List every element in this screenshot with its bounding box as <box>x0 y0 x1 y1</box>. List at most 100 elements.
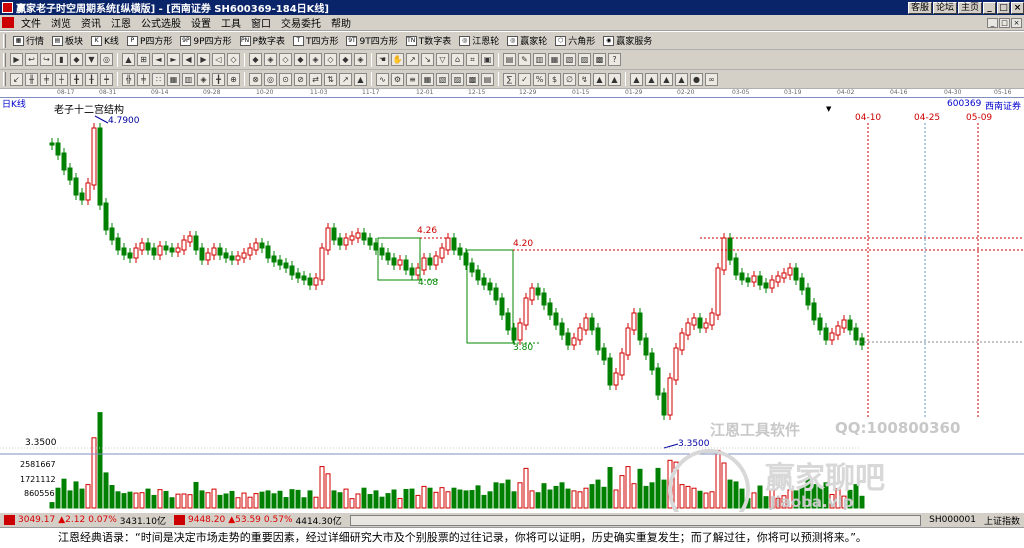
menu-formula[interactable]: 公式选股 <box>136 15 186 30</box>
tool-button[interactable]: ↙ <box>10 72 23 86</box>
tool-button[interactable]: ? <box>608 53 621 66</box>
tool-button[interactable]: ∅ <box>563 72 576 86</box>
tool-button[interactable]: ╋ <box>70 72 83 86</box>
tool-button[interactable]: ▣ <box>481 53 494 66</box>
menu-gann[interactable]: 江恩 <box>106 15 136 30</box>
tool-button[interactable]: ┼ <box>55 72 68 86</box>
tool-button[interactable]: ▤ <box>503 53 516 66</box>
tool-button[interactable]: ⇄ <box>309 72 322 86</box>
toolbar-grip[interactable] <box>3 72 6 86</box>
tool-button[interactable]: ⊙ <box>279 72 292 86</box>
tool-button[interactable]: ┿ <box>100 72 113 86</box>
tool-button[interactable]: ◈ <box>197 72 210 86</box>
mdi-close-button[interactable]: × <box>1011 17 1022 28</box>
tool-button[interactable]: ∷ <box>152 72 165 86</box>
tool-button[interactable]: ⊘ <box>294 72 307 86</box>
toolbar-p-square-button[interactable]: P P四方形 <box>123 34 176 47</box>
toolbar-kline-button[interactable]: K K线 <box>87 34 123 47</box>
tool-button[interactable]: ▦ <box>548 53 561 66</box>
tool-button[interactable]: ↩ <box>25 53 38 66</box>
tool-button[interactable]: ⊗ <box>249 72 262 86</box>
tool-button[interactable]: ⊕ <box>227 72 240 86</box>
menu-info[interactable]: 资讯 <box>76 15 106 30</box>
tool-button[interactable]: ◈ <box>309 53 322 66</box>
tool-button[interactable]: ▲ <box>630 72 643 86</box>
tool-button[interactable]: ▨ <box>578 53 591 66</box>
tool-button[interactable]: ⌗ <box>466 53 479 66</box>
tool-button[interactable]: ▲ <box>645 72 658 86</box>
toolbar-sector-button[interactable]: ▤ 板块 <box>48 34 87 47</box>
tool-button[interactable]: $ <box>548 72 561 86</box>
tool-button[interactable]: ✋ <box>391 53 404 66</box>
tool-button[interactable]: ╬ <box>122 72 135 86</box>
tool-button[interactable]: ↘ <box>421 53 434 66</box>
tool-button[interactable]: ✎ <box>518 53 531 66</box>
tool-button[interactable]: ▲ <box>122 53 135 66</box>
tool-button[interactable]: ◈ <box>264 53 277 66</box>
close-button[interactable]: × <box>1011 1 1024 14</box>
mdi-restore-button[interactable]: □ <box>999 17 1010 28</box>
tool-button[interactable]: ▲ <box>354 72 367 86</box>
menu-settings[interactable]: 设置 <box>186 15 216 30</box>
kline-chart[interactable]: 日K线 老子十二宫结构 600369 西南证券 ▼ 4.7900 3.3500 … <box>0 98 1024 531</box>
tool-button[interactable]: ╂ <box>85 72 98 86</box>
tool-button[interactable]: ▼ <box>85 53 98 66</box>
horizontal-scrollbar[interactable] <box>349 514 922 526</box>
tool-button[interactable]: ◆ <box>339 53 352 66</box>
maximize-button[interactable]: □ <box>997 1 1010 14</box>
sh-index-group[interactable]: 3049.17 ▲2.12 0.07% 3431.10亿 <box>0 514 170 527</box>
tool-button[interactable]: ▤ <box>481 72 494 86</box>
homepage-button[interactable]: 主页 <box>957 1 982 14</box>
forum-button[interactable]: 论坛 <box>932 1 957 14</box>
toolbar-quote-button[interactable]: ▦ 行情 <box>9 34 48 47</box>
tool-button[interactable]: ◆ <box>249 53 262 66</box>
tool-button[interactable]: ⇅ <box>324 72 337 86</box>
customer-service-button[interactable]: 客服 <box>907 1 932 14</box>
toolbar-winner-wheel-button[interactable]: ◎ 赢家轮 <box>503 34 551 47</box>
tool-button[interactable]: ⌂ <box>451 53 464 66</box>
tool-button[interactable]: ↪ <box>40 53 53 66</box>
tool-button[interactable]: ▦ <box>167 72 180 86</box>
tool-button[interactable]: ▨ <box>451 72 464 86</box>
tool-button[interactable]: ▥ <box>182 72 195 86</box>
tool-button[interactable]: ◆ <box>294 53 307 66</box>
tool-button[interactable]: ≡ <box>406 72 419 86</box>
toolbar-tn-table-button[interactable]: TN T数字表 <box>402 34 456 47</box>
tool-button[interactable]: ╪ <box>137 72 150 86</box>
tool-button[interactable]: ☚ <box>376 53 389 66</box>
tool-button[interactable]: ▧ <box>563 53 576 66</box>
dropdown-arrow-icon[interactable]: ▼ <box>826 105 831 113</box>
toolbar-grip[interactable] <box>3 52 6 67</box>
menu-window[interactable]: 窗口 <box>246 15 276 30</box>
tool-button[interactable]: ◄ <box>152 53 165 66</box>
menu-help[interactable]: 帮助 <box>326 15 356 30</box>
tool-button[interactable]: ▶ <box>197 53 210 66</box>
toolbar-grip[interactable] <box>3 33 6 48</box>
tool-button[interactable]: ↗ <box>406 53 419 66</box>
tool-button[interactable]: ⊞ <box>137 53 150 66</box>
tool-button[interactable]: ▥ <box>533 53 546 66</box>
tool-button[interactable]: ▲ <box>675 72 688 86</box>
tool-button[interactable]: ∞ <box>705 72 718 86</box>
tool-button[interactable]: ◇ <box>324 53 337 66</box>
menu-browse[interactable]: 浏览 <box>46 15 76 30</box>
minimize-button[interactable]: _ <box>983 1 996 14</box>
tool-button[interactable]: ✓ <box>518 72 531 86</box>
tool-button[interactable]: ∿ <box>376 72 389 86</box>
tool-button[interactable]: ◀ <box>182 53 195 66</box>
toolbar-service-button[interactable]: ◉ 赢家服务 <box>599 34 656 47</box>
menu-trade[interactable]: 交易委托 <box>276 15 326 30</box>
tool-button[interactable]: ▶ <box>10 53 23 66</box>
menu-tools[interactable]: 工具 <box>216 15 246 30</box>
tool-button[interactable]: ↯ <box>578 72 591 86</box>
tool-button[interactable]: ▲ <box>660 72 673 86</box>
tool-button[interactable]: ▩ <box>466 72 479 86</box>
tool-button[interactable]: ▲ <box>608 72 621 86</box>
tool-button[interactable]: ▮ <box>55 53 68 66</box>
tool-button[interactable]: ◇ <box>227 53 240 66</box>
toolbar-9p-square-button[interactable]: 9P 9P四方形 <box>176 34 235 47</box>
tool-button[interactable]: ▩ <box>593 53 606 66</box>
tool-button[interactable]: ⚙ <box>391 72 404 86</box>
sz-index-group[interactable]: 9448.20 ▲53.59 0.57% 4414.30亿 <box>170 514 346 527</box>
tool-button[interactable]: ▽ <box>436 53 449 66</box>
